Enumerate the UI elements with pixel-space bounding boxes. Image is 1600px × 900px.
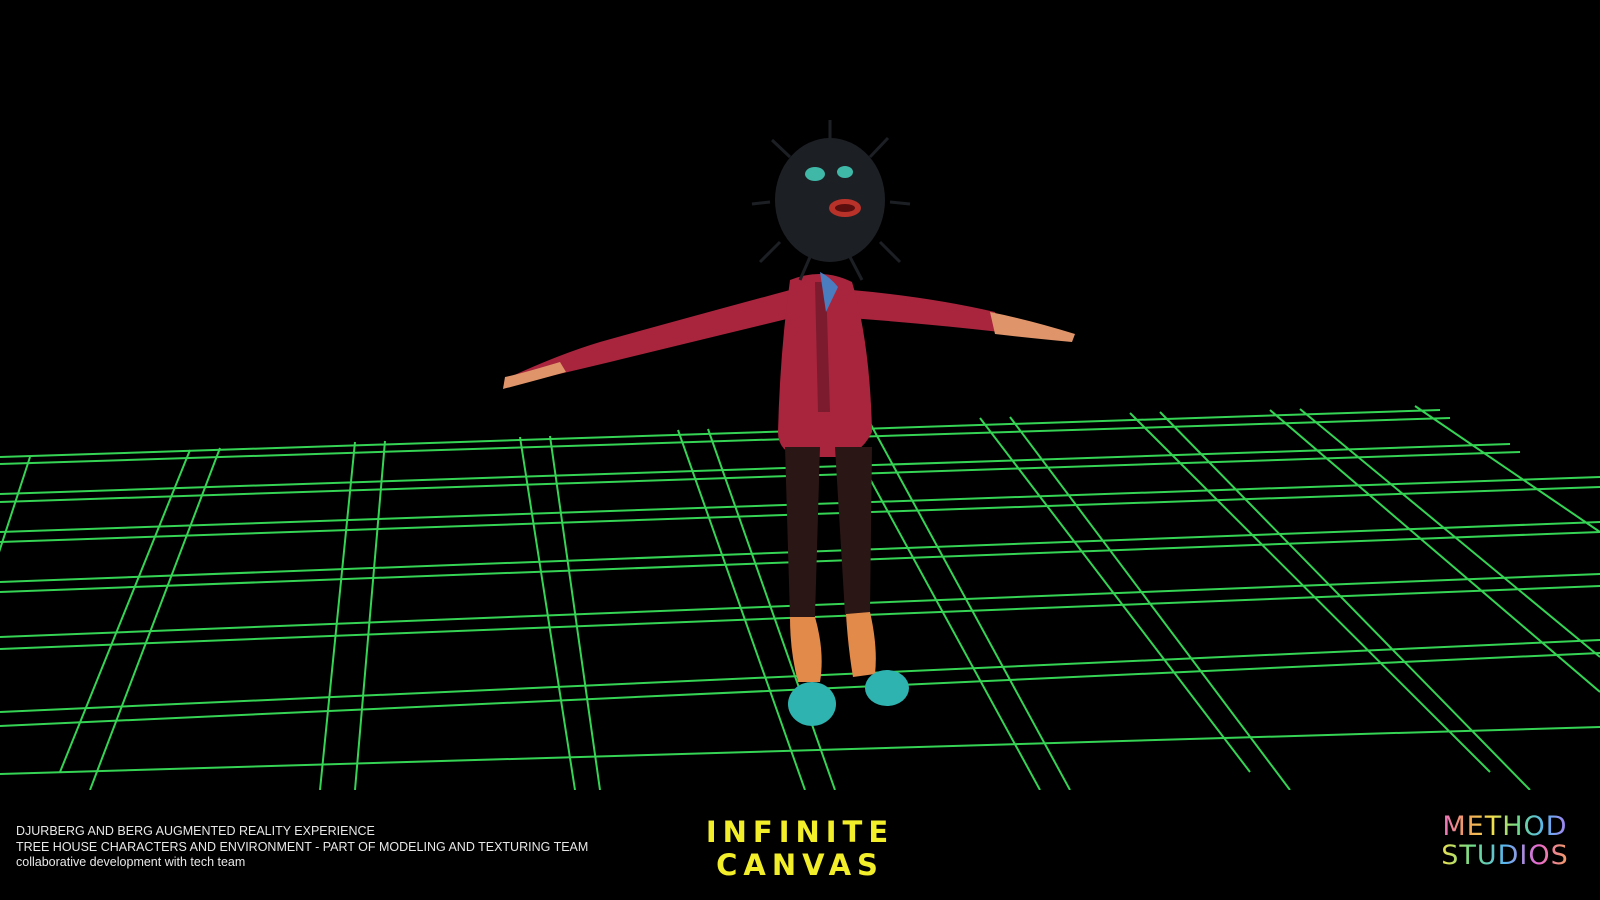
left-shoe: [788, 682, 836, 726]
infinite-canvas-title: INFINITE CANVAS: [0, 816, 1600, 882]
title-line-2: CANVAS: [716, 848, 884, 882]
3d-viewport: [0, 112, 1600, 790]
right-shoe: [865, 670, 909, 706]
title-line-1: INFINITE: [705, 815, 895, 849]
logo-line-1: METHOD: [1440, 812, 1570, 841]
character-model: [503, 120, 1075, 726]
method-studios-logo: METHOD STUDIOS: [1440, 812, 1570, 870]
footer-bar: DJURBERG AND BERG AUGMENTED REALITY EXPE…: [0, 790, 1600, 900]
logo-line-2: STUDIOS: [1441, 840, 1569, 871]
pants: [785, 447, 820, 617]
spiky-head: [751, 120, 911, 281]
